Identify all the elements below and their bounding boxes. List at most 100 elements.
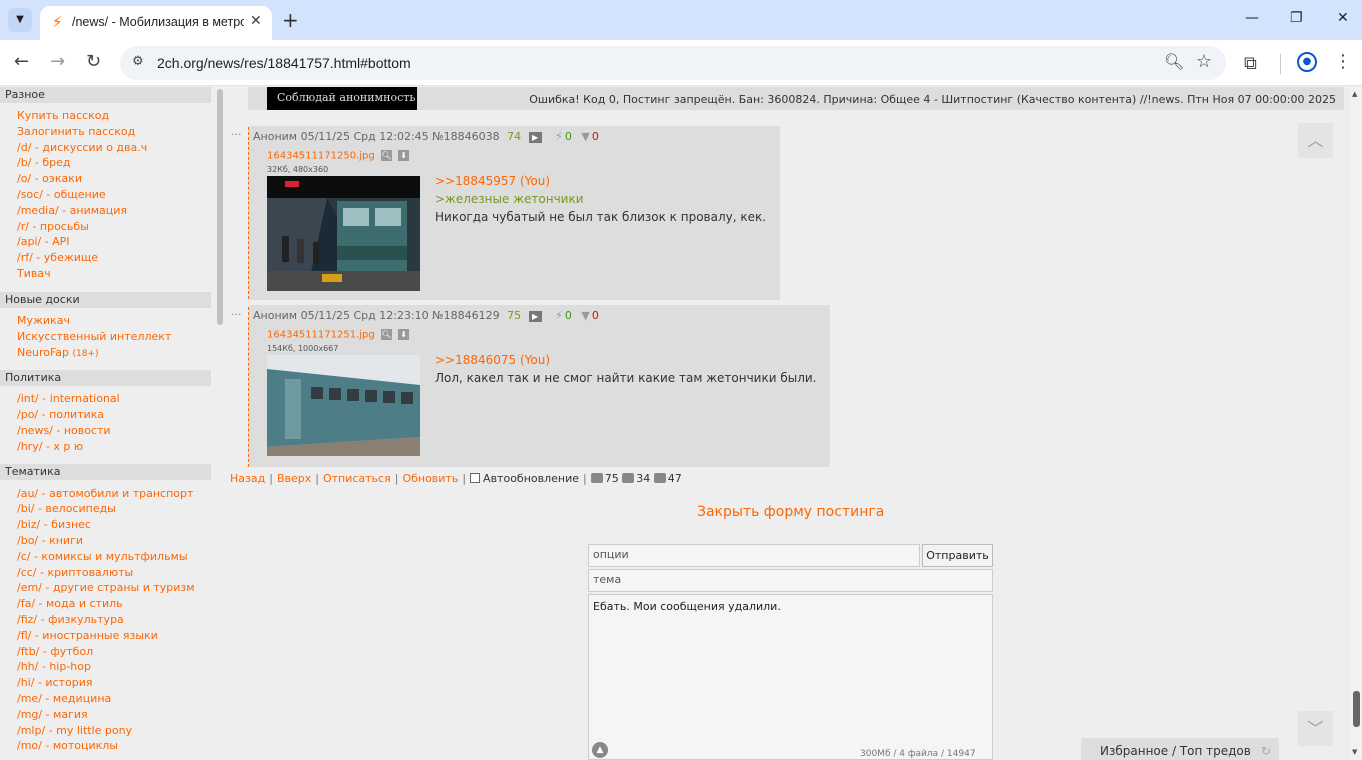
sidebar-item-hry[interactable]: /hry/ - х р ю (17, 440, 83, 453)
sidebar-item-em[interactable]: /em/ - другие страны и туризм (17, 581, 195, 594)
subject-input[interactable]: тема (588, 569, 993, 592)
dislike-count[interactable]: 0 (592, 309, 599, 322)
sidebar-item-muzhikach[interactable]: Мужикач (17, 314, 70, 327)
reply-link[interactable]: >>18845957 (You) (435, 174, 550, 188)
sidebar-item-hi[interactable]: /hi/ - история (17, 676, 93, 689)
download-icon[interactable]: ⬇ (398, 150, 410, 161)
autoupdate-checkbox[interactable] (470, 473, 481, 483)
sidebar-item-fiz[interactable]: /fiz/ - физкультура (17, 613, 124, 626)
site-info-icon[interactable]: ⚙ (132, 54, 144, 69)
sidebar-item-o[interactable]: /o/ - оэкаки (17, 172, 82, 185)
bolt-icon[interactable]: ⚡ (555, 130, 563, 143)
sidebar-item-rf[interactable]: /rf/ - убежище (17, 251, 98, 264)
post-number[interactable]: №18846038 (432, 130, 499, 143)
sidebar-item-mg[interactable]: /mg/ - магия (17, 708, 88, 721)
sidebar-item-c[interactable]: /c/ - комиксы и мультфильмы (17, 550, 188, 563)
thumbs-down-icon[interactable]: ▼ (581, 309, 589, 322)
extensions-icon[interactable]: ⧉ (1244, 53, 1257, 74)
scroll-down-arrow-icon[interactable]: ▼ (1352, 748, 1357, 756)
sidebar-item-buy-passcode[interactable]: Купить пасскод (17, 109, 109, 122)
close-window-icon[interactable]: ✕ (1337, 10, 1349, 26)
sidebar-item-bo[interactable]: /bo/ - книги (17, 534, 83, 547)
sidebar-item-b[interactable]: /b/ - бред (17, 156, 71, 169)
back-arrow-icon[interactable]: ← (14, 51, 29, 72)
address-bar[interactable]: ⚙ 2ch.org/news/res/18841757.html#bottom … (120, 46, 1226, 80)
sidebar-item-mlp[interactable]: /mlp/ - my little pony (17, 724, 132, 737)
submit-button[interactable]: Отправить (922, 544, 993, 567)
sidebar-item-po[interactable]: /po/ - политика (17, 408, 104, 421)
play-icon[interactable]: ▶ (528, 131, 542, 143)
thumbs-down-icon[interactable]: ▼ (581, 130, 589, 143)
attach-file-icon[interactable]: ▲ (592, 742, 608, 758)
back-link[interactable]: Назад (230, 472, 265, 485)
sidebar-item-ftb[interactable]: /ftb/ - футбол (17, 645, 93, 658)
like-count[interactable]: 0 (565, 130, 572, 143)
sidebar-item-ai[interactable]: Искусственный интеллект (17, 330, 171, 343)
sidebar-item-mo[interactable]: /mo/ - мотоциклы (17, 739, 118, 752)
scroll-up-arrow-icon[interactable]: ▲ (1352, 90, 1357, 98)
image-search-icon[interactable]: 🔍︎ (380, 150, 392, 161)
bookmark-star-icon[interactable]: ☆ (1196, 51, 1212, 72)
post-menu-icon[interactable]: ··· (231, 128, 242, 141)
sidebar-item-news[interactable]: /news/ - новости (17, 424, 111, 437)
sidebar-item-me[interactable]: /me/ - медицина (17, 692, 111, 705)
unsubscribe-link[interactable]: Отписаться (323, 472, 391, 485)
tab-search-button[interactable]: ▼ (8, 8, 32, 32)
top-link[interactable]: Вверх (277, 472, 311, 485)
forward-arrow-icon[interactable]: → (50, 51, 65, 72)
options-input[interactable]: опции (588, 544, 920, 567)
anonymity-banner: Соблюдай анонимность (267, 87, 417, 110)
favorites-panel[interactable]: Избранное / Топ тредов ↻ (1081, 738, 1279, 760)
refresh-link[interactable]: Обновить (402, 472, 458, 485)
download-icon[interactable]: ⬇ (398, 329, 410, 340)
post-number[interactable]: №18846129 (432, 309, 499, 322)
url-text[interactable]: 2ch.org/news/res/18841757.html#bottom (157, 55, 411, 71)
sidebar-item-biz[interactable]: /biz/ - бизнес (17, 518, 91, 531)
minimize-icon[interactable]: — (1245, 10, 1259, 26)
zoom-icon[interactable]: 🔍︎ (1164, 52, 1184, 71)
play-icon[interactable]: ▶ (528, 310, 542, 322)
active-tab[interactable]: ⚡ /news/ - Мобилизация в метро ✕ (40, 6, 272, 40)
file-meta: 154Кб, 1000x667 (267, 344, 339, 353)
reload-icon[interactable]: ↻ (86, 51, 101, 72)
sidebar-item-fa[interactable]: /fa/ - мода и стиль (17, 597, 123, 610)
sidebar-item-neurofap[interactable]: NeuroFap (18+) (17, 346, 99, 359)
sidebar-item-media[interactable]: /media/ - анимация (17, 204, 127, 217)
new-tab-button[interactable]: + (282, 8, 299, 32)
sidebar-item-hh[interactable]: /hh/ - hip-hop (17, 660, 91, 673)
file-name-link[interactable]: 16434511171250.jpg (267, 151, 375, 162)
sidebar-item-login-passcode[interactable]: Залогинить пасскод (17, 125, 135, 138)
restore-icon[interactable]: ❐ (1290, 10, 1303, 26)
close-posting-form-link[interactable]: Закрыть форму постинга (697, 504, 884, 520)
bolt-icon[interactable]: ⚡ (555, 309, 563, 322)
sidebar-item-tivach[interactable]: Тивач (17, 267, 51, 280)
post-count: 75 (507, 309, 522, 322)
page-scrollbar-thumb[interactable] (1353, 691, 1360, 727)
dislike-count[interactable]: 0 (592, 130, 599, 143)
sidebar-scrollbar[interactable] (217, 89, 223, 325)
sidebar-item-cc[interactable]: /cc/ - криптовалюты (17, 566, 133, 579)
message-textarea[interactable]: Ебать. Мои сообщения удалили. (588, 594, 993, 760)
file-name-link[interactable]: 16434511171251.jpg (267, 330, 375, 341)
scroll-up-button[interactable]: ︿ (1298, 123, 1333, 158)
scroll-down-button[interactable]: ﹀ (1298, 711, 1333, 746)
sidebar-item-au[interactable]: /au/ - автомобили и транспорт (17, 487, 193, 500)
post-thumbnail-train-station[interactable] (267, 176, 420, 291)
image-search-icon[interactable]: 🔍︎ (380, 329, 392, 340)
reply-link[interactable]: >>18846075 (You) (435, 353, 550, 367)
sidebar-item-d[interactable]: /d/ - дискуссии о два.ч (17, 141, 147, 154)
tab-close-icon[interactable]: ✕ (250, 13, 262, 29)
sidebar-item-api[interactable]: /api/ - API (17, 235, 70, 248)
page-scrollbar[interactable]: ▲ ▼ (1350, 87, 1362, 760)
sidebar-item-bi[interactable]: /bi/ - велосипеды (17, 502, 116, 515)
browser-menu-icon[interactable]: ⋮ (1334, 51, 1352, 72)
post-thumbnail-train-car[interactable] (267, 355, 420, 456)
sidebar-item-soc[interactable]: /soc/ - общение (17, 188, 106, 201)
like-count[interactable]: 0 (565, 309, 572, 322)
post-menu-icon[interactable]: ··· (231, 308, 242, 321)
sidebar-item-fl[interactable]: /fl/ - иностранные языки (17, 629, 158, 642)
refresh-favorites-icon[interactable]: ↻ (1261, 738, 1271, 760)
profile-avatar-icon[interactable]: ● (1297, 52, 1317, 72)
sidebar-item-int[interactable]: /int/ - international (17, 392, 120, 405)
sidebar-item-r[interactable]: /r/ - просьбы (17, 220, 89, 233)
